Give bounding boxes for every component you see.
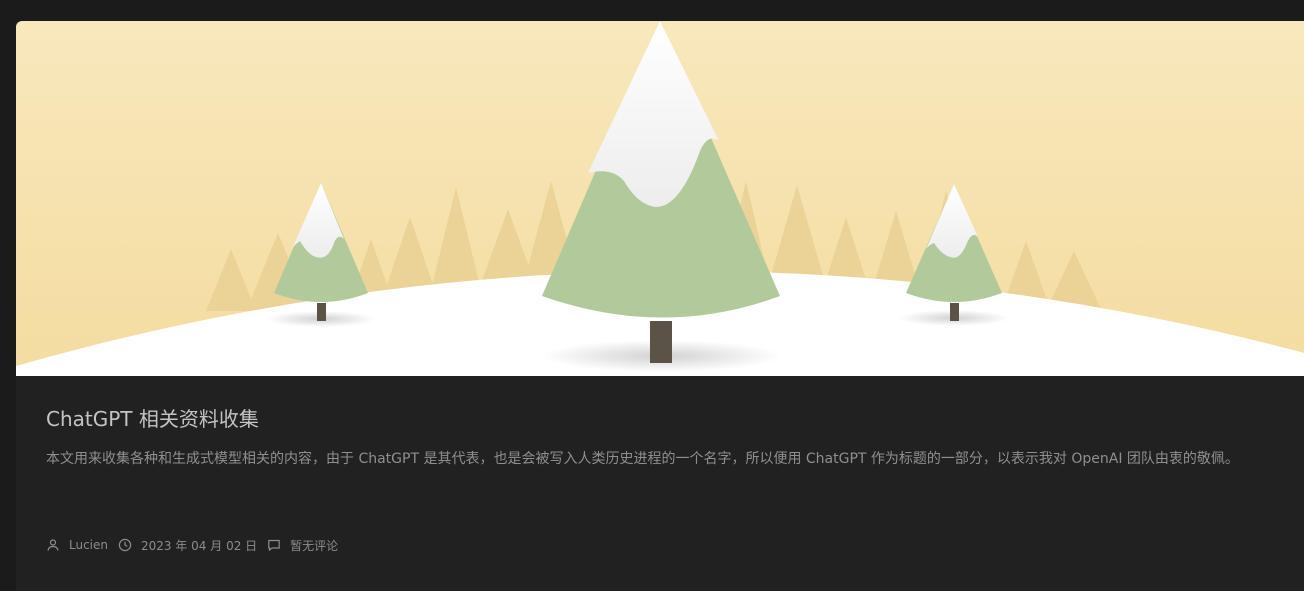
date-text: 2023 年 04 月 02 日 [141, 538, 258, 553]
comments-text: 暂无评论 [290, 538, 339, 553]
post-comments-link[interactable]: 暂无评论 [267, 537, 338, 554]
post-excerpt: 本文用来收集各种和生成式模型相关的内容，由于 ChatGPT 是其代表，也是会被… [46, 451, 1239, 467]
post-card: ChatGPT 相关资料收集 本文用来收集各种和生成式模型相关的内容，由于 Ch… [16, 21, 1304, 591]
post-author[interactable]: Lucien [46, 538, 108, 552]
clock-icon [118, 538, 132, 552]
post-title[interactable]: ChatGPT 相关资料收集 [46, 405, 259, 433]
comment-icon [267, 538, 281, 552]
user-icon [46, 538, 60, 552]
author-name: Lucien [69, 538, 108, 552]
cover-image[interactable] [16, 21, 1304, 376]
post-meta: Lucien 2023 年 04 月 02 日 暂无评论 [46, 535, 348, 555]
post-date: 2023 年 04 月 02 日 [118, 537, 257, 554]
